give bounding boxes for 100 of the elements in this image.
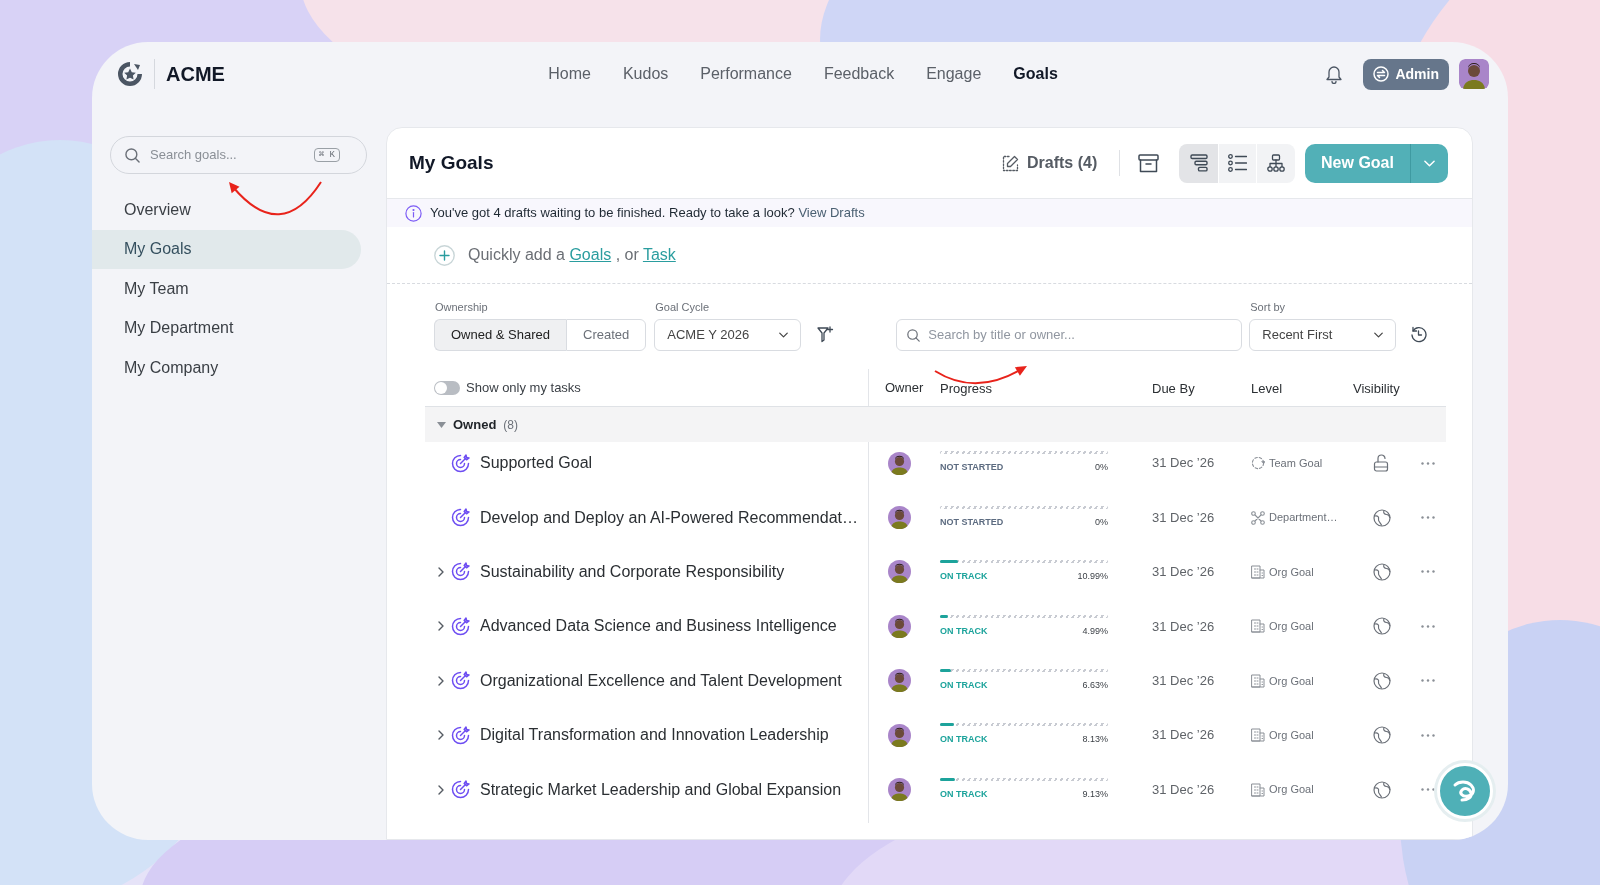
goal-title[interactable]: Advanced Data Science and Business Intelligence	[480, 614, 837, 639]
ellipsis-icon[interactable]	[1421, 570, 1435, 574]
sidebar-item[interactable]: My Goals	[92, 229, 361, 269]
filter-label: Goal Cycle	[654, 301, 711, 314]
due-date: 31 Dec ’26	[1152, 617, 1215, 636]
view-mode-button[interactable]	[1256, 143, 1295, 183]
banner-message: You've got 4 drafts waiting to be finished. Ready to take a look? View Drafts	[430, 204, 865, 223]
sidebar-item[interactable]: Overview	[92, 190, 361, 230]
ellipsis-icon[interactable]	[1421, 733, 1435, 737]
stacked-bars-icon	[1189, 154, 1208, 172]
archive-box-icon[interactable]	[1138, 153, 1160, 173]
nav-link[interactable]: Feedback	[823, 64, 895, 84]
progress-percent: 0%	[1095, 515, 1108, 529]
nav-link[interactable]: Goals	[1013, 64, 1058, 84]
status-label: ON TRACK	[940, 733, 988, 747]
dropdown-toggle[interactable]	[1410, 143, 1448, 183]
history-icon[interactable]	[1410, 326, 1428, 343]
ownership-option[interactable]: Created	[566, 319, 647, 351]
goal-title[interactable]: Digital Transformation and Innovation Leadership	[480, 723, 829, 748]
sidebar-item[interactable]: My Company	[92, 348, 361, 388]
search-field[interactable]: Search by title or owner...	[896, 319, 1243, 351]
ellipsis-icon[interactable]	[1421, 516, 1435, 520]
nav-link[interactable]: Performance	[700, 64, 792, 84]
due-date: 31 Dec ’26	[1152, 454, 1215, 473]
goal-title[interactable]: Sustainability and Corporate Responsibility	[480, 559, 785, 584]
filter-label: Ownership	[434, 301, 489, 314]
nav-link[interactable]: Home	[548, 64, 591, 84]
plus-circle-icon[interactable]	[434, 244, 455, 266]
goal-title[interactable]: Develop and Deploy an AI-Powered Recommendat…	[480, 505, 858, 530]
info-icon	[405, 204, 422, 222]
ellipsis-icon[interactable]	[1421, 788, 1435, 792]
open-lock-icon[interactable]	[1373, 454, 1389, 473]
dashed-cycle-icon	[1251, 456, 1265, 471]
globe-icon[interactable]	[1373, 617, 1391, 636]
bell-icon[interactable]	[1325, 64, 1344, 84]
globe-icon[interactable]	[1373, 508, 1391, 527]
owner-avatar	[888, 723, 911, 747]
ellipsis-icon[interactable]	[1421, 679, 1435, 683]
column-header: Due By	[1152, 380, 1195, 396]
status-label: NOT STARTED	[940, 515, 1004, 529]
filter-plus-icon[interactable]	[817, 326, 835, 343]
sidebar-item[interactable]: My Department	[92, 308, 361, 348]
status-label: ON TRACK	[940, 570, 988, 584]
column-header: Level	[1251, 380, 1283, 396]
column-header: Progress	[940, 380, 993, 396]
toggle-label: Show only my tasks	[466, 378, 581, 397]
target-arrow-icon	[451, 453, 470, 473]
building-icon	[1251, 564, 1265, 579]
level-label: Org Goal	[1269, 673, 1314, 689]
ellipsis-icon[interactable]	[1421, 624, 1435, 628]
globe-icon[interactable]	[1373, 726, 1391, 745]
circle-arrows-icon	[1373, 66, 1390, 82]
globe-icon[interactable]	[1373, 562, 1391, 581]
group-count: (8)	[503, 416, 518, 434]
filter-label: Sort by	[1249, 301, 1287, 314]
view-mode-button[interactable]	[1179, 143, 1218, 183]
status-label: ON TRACK	[940, 679, 988, 692]
building-icon	[1251, 619, 1265, 634]
chevron-right-icon[interactable]	[438, 675, 444, 686]
owner-avatar	[888, 451, 911, 475]
chevron-right-icon[interactable]	[438, 784, 444, 795]
view-mode-button[interactable]	[1217, 143, 1257, 183]
chat-button[interactable]	[1437, 763, 1493, 819]
status-label: NOT STARTED	[940, 461, 1004, 475]
target-arrow-icon	[451, 725, 470, 745]
goal-cycle-select[interactable]: ACME Y 2026	[654, 319, 802, 351]
chevron-right-icon[interactable]	[438, 621, 444, 632]
status-label: ON TRACK	[940, 787, 988, 801]
search-input[interactable]: Search goals...	[150, 145, 304, 165]
progress-percent: 9.13%	[1082, 787, 1108, 801]
goal-title[interactable]: Strategic Market Leadership and Global Expansion	[480, 777, 842, 802]
sort-select[interactable]: Recent First	[1249, 319, 1397, 351]
nav-link[interactable]: Engage	[926, 64, 982, 84]
admin-button[interactable]: Admin	[1363, 58, 1449, 90]
building-icon	[1251, 673, 1265, 688]
nav-link[interactable]: Kudos	[622, 64, 669, 84]
owner-avatar	[888, 560, 911, 584]
chevron-right-icon[interactable]	[438, 730, 444, 741]
goal-title[interactable]: Organizational Excellence and Talent Development	[480, 668, 842, 693]
caret-icon[interactable]	[437, 420, 446, 429]
globe-icon[interactable]	[1373, 671, 1391, 690]
due-date: 31 Dec ’26	[1152, 726, 1215, 745]
user-avatar[interactable]	[1459, 59, 1489, 89]
group-header-row[interactable]: Owned (8)	[425, 407, 1446, 442]
ownership-option[interactable]: Owned & Shared	[434, 319, 566, 351]
goal-title[interactable]: Supported Goal	[480, 451, 593, 476]
globe-icon[interactable]	[1373, 780, 1391, 799]
toggle-switch[interactable]	[434, 380, 460, 395]
level-label: Org Goal	[1269, 619, 1314, 635]
chevron-right-icon[interactable]	[438, 566, 444, 577]
level-label: Department…	[1269, 510, 1338, 526]
ellipsis-icon[interactable]	[1421, 461, 1435, 465]
drafts-button[interactable]: Drafts (4)	[1002, 151, 1098, 175]
level-label: Team Goal	[1269, 455, 1323, 471]
sidebar-item[interactable]: My Team	[92, 269, 361, 309]
search-input[interactable]: Search by title or owner...	[928, 325, 1232, 345]
target-arrow-icon	[451, 616, 470, 636]
swirl-logo-icon	[1452, 780, 1478, 802]
view-drafts-link[interactable]: View Drafts	[798, 205, 865, 221]
building-icon	[1251, 728, 1265, 743]
